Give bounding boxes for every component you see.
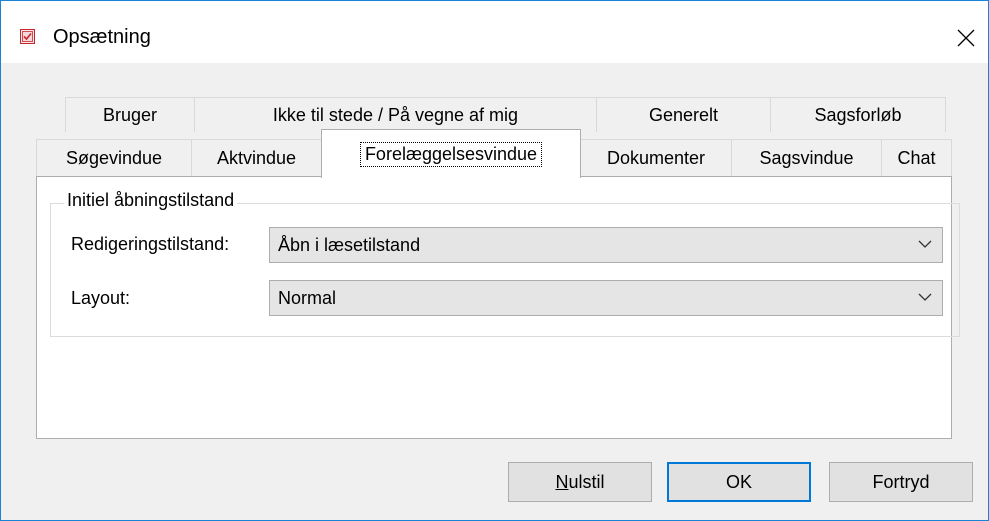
tab-label-forelaeggelsesvindue: Forelæggelsesvindue <box>359 141 543 167</box>
chevron-down-icon <box>918 240 932 248</box>
edit-mode-label: Redigeringstilstand: <box>71 234 230 254</box>
layout-value: Normal <box>278 287 337 308</box>
window-title: Opsætning <box>53 26 151 48</box>
tab-bruger[interactable]: Bruger <box>65 97 195 132</box>
close-icon[interactable] <box>951 23 981 53</box>
groupbox-legend: Initiel åbningstilstand <box>64 190 238 211</box>
reset-label: ulstil <box>568 471 605 492</box>
tab-chat[interactable]: Chat <box>881 139 952 177</box>
tab-soegevindue[interactable]: Søgevindue <box>36 139 192 177</box>
tab-dokumenter[interactable]: Dokumenter <box>580 139 732 177</box>
tab-ikke-til-stede[interactable]: Ikke til stede / På vegne af mig <box>194 97 597 132</box>
initial-state-groupbox <box>50 203 960 337</box>
reset-mnemonic: N <box>555 471 569 492</box>
tab-aktvindue[interactable]: Aktvindue <box>191 139 322 177</box>
checklist-app-icon <box>20 29 35 44</box>
title-bar: Opsætning <box>1 1 988 63</box>
chevron-down-icon <box>918 293 932 301</box>
ok-button[interactable]: OK <box>667 462 811 502</box>
cancel-button[interactable]: Fortryd <box>829 462 973 502</box>
edit-mode-select[interactable]: Åbn i læsetilstand <box>269 227 943 263</box>
reset-button[interactable]: Nulstil <box>508 462 652 502</box>
dialog-window: Opsætning Bruger Ikke til stede / På veg… <box>0 0 989 521</box>
edit-mode-value: Åbn i læsetilstand <box>278 234 421 255</box>
tab-forelaeggelsesvindue[interactable]: Forelæggelsesvindue <box>321 129 581 178</box>
tab-sagsvindue[interactable]: Sagsvindue <box>731 139 882 177</box>
layout-select[interactable]: Normal <box>269 280 943 316</box>
tab-generelt[interactable]: Generelt <box>596 97 771 132</box>
layout-label: Layout: <box>71 288 131 308</box>
tab-sagsforloeb[interactable]: Sagsforløb <box>770 97 946 132</box>
